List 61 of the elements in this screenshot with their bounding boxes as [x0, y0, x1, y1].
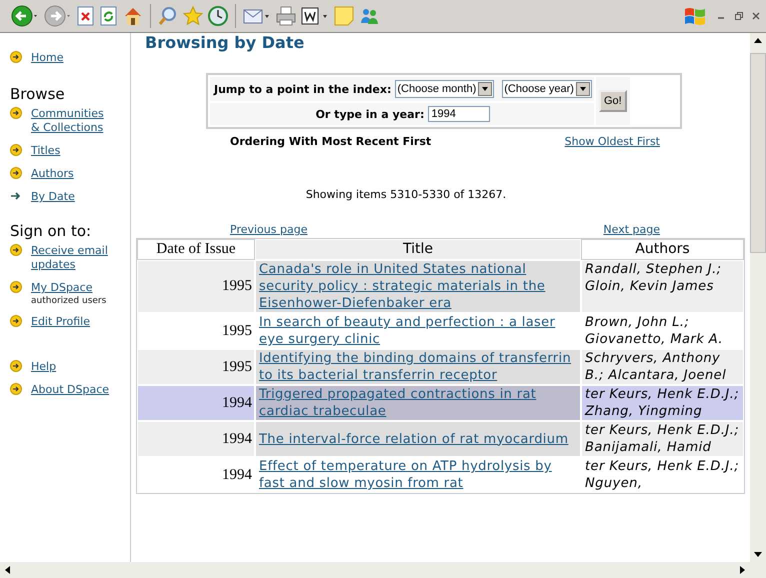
- home-link[interactable]: Home: [31, 51, 64, 65]
- date-cell: 1994: [137, 421, 255, 457]
- go-button[interactable]: Go!: [598, 90, 627, 112]
- show-oldest-link[interactable]: Show Oldest First: [564, 135, 660, 148]
- browse-heading: Browse: [10, 85, 66, 103]
- title-link[interactable]: Canada's role in United States national security policy : strategic materials in the Eisenhower-Diefenbaker era: [259, 261, 577, 312]
- help-link[interactable]: Help: [31, 360, 56, 374]
- authors-cell: Randall, Stephen J.; Gloin, Kevin James: [581, 260, 744, 313]
- bullet-arrow-icon: [10, 281, 22, 293]
- sign-on-link[interactable]: Receive email updates: [31, 244, 114, 272]
- page-title: Browsing by Date: [145, 33, 306, 52]
- help-link[interactable]: About DSpace: [31, 383, 110, 397]
- title-link[interactable]: Identifying the binding domains of transferrin to its bacterial transferrin receptor: [259, 350, 577, 384]
- browse-link[interactable]: Communities & Collections: [31, 107, 114, 135]
- sign-on-heading: Sign on to:: [10, 222, 92, 240]
- printer-icon[interactable]: [275, 5, 297, 27]
- ordering-text: Ordering With Most Recent First: [230, 135, 432, 148]
- sign-on-link[interactable]: Edit Profile: [31, 315, 90, 329]
- jump-label: Jump to a point in the index:: [214, 82, 392, 96]
- column-header: Date of Issue: [137, 239, 255, 260]
- browse-link[interactable]: By Date: [31, 190, 75, 204]
- star-icon[interactable]: [182, 5, 204, 27]
- stop-icon[interactable]: [76, 5, 96, 27]
- link-note: authorized users: [31, 296, 106, 306]
- title-link[interactable]: Triggered propagated contractions in rat cardiac trabeculae: [259, 386, 577, 420]
- bullet-arrow-icon: [10, 315, 22, 327]
- showing-count: Showing items 5310-5330 of 13267.: [304, 188, 508, 201]
- bullet-arrow-icon: [10, 383, 22, 395]
- year-label: Or type in a year:: [316, 108, 424, 120]
- search-icon[interactable]: [157, 5, 179, 27]
- windows-logo-icon: [682, 5, 708, 27]
- refresh-icon[interactable]: [99, 5, 119, 27]
- bullet-arrow-icon: [10, 360, 22, 372]
- dropdown-icon: [576, 82, 590, 96]
- previous-page-link[interactable]: Previous page: [230, 223, 308, 236]
- date-cell: 1994: [137, 385, 255, 421]
- title-link[interactable]: In search of beauty and perfection : a laser eye surgery clinic: [259, 314, 577, 348]
- dropdown-icon: [478, 82, 492, 96]
- column-header: Title: [255, 239, 581, 260]
- horizontal-scrollbar[interactable]: [0, 562, 766, 578]
- browse-link[interactable]: Titles: [31, 144, 60, 158]
- word-document-icon[interactable]: [300, 5, 330, 27]
- next-page-link[interactable]: Next page: [603, 223, 660, 236]
- vertical-scrollbar[interactable]: [750, 33, 766, 562]
- scroll-thumb[interactable]: [750, 53, 766, 253]
- close-icon[interactable]: [752, 10, 760, 22]
- title-link[interactable]: Effect of temperature on ATP hydrolysis by fast and slow myosin from rat: [259, 458, 577, 492]
- year-input-field[interactable]: 1994: [428, 106, 490, 122]
- sign-on-link[interactable]: My DSpace: [31, 281, 106, 295]
- column-header: Authors: [581, 239, 744, 260]
- month-select[interactable]: (Choose month): [395, 80, 494, 98]
- restore-icon[interactable]: [734, 10, 744, 22]
- history-icon[interactable]: [207, 5, 229, 27]
- date-cell: 1995: [137, 349, 255, 385]
- year-select[interactable]: (Choose year): [502, 80, 592, 98]
- browse-link[interactable]: Authors: [31, 167, 74, 181]
- bullet-arrow-icon: [10, 244, 22, 256]
- back-icon[interactable]: [10, 4, 40, 28]
- date-cell: 1995: [137, 260, 255, 313]
- title-link[interactable]: The interval-force relation of rat myocardium: [259, 430, 577, 448]
- forward-icon[interactable]: [43, 4, 73, 28]
